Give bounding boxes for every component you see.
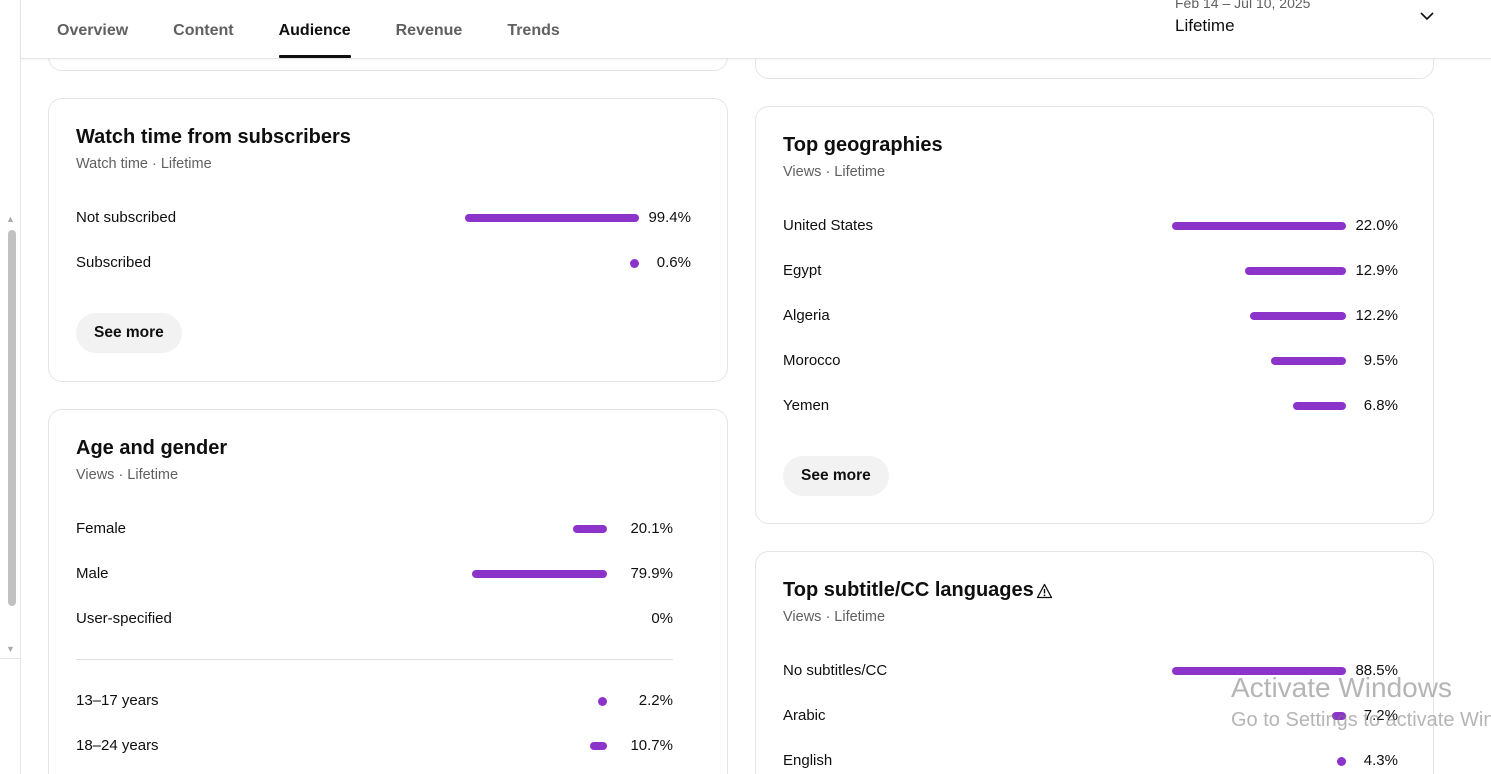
bar	[1172, 667, 1346, 675]
row-label: User-specified	[76, 610, 172, 627]
chevron-down-icon	[1420, 12, 1434, 21]
row-label: Arabic	[783, 707, 826, 724]
row-value: 9.5%	[1363, 352, 1398, 369]
list-item: United States 22.0%	[783, 217, 1398, 237]
list-item: Female 20.1%	[76, 520, 673, 540]
card-subtitle: Views · Lifetime	[783, 164, 886, 180]
list-item: No subtitles/CC 88.5%	[783, 662, 1398, 682]
tab-trends[interactable]: Trends	[507, 0, 559, 59]
card-title: Top subtitle/CC languages	[783, 579, 1034, 601]
row-label: Yemen	[783, 397, 830, 414]
card-title: Watch time from subscribers	[76, 126, 351, 148]
tab-overview[interactable]: Overview	[57, 0, 128, 59]
date-range-selector[interactable]: Feb 14 – Jul 10, 2025 Lifetime	[1175, 0, 1435, 37]
row-value: 20.1%	[630, 520, 673, 537]
row-label: 18–24 years	[76, 737, 159, 754]
card-subtitle: Watch time · Lifetime	[76, 156, 212, 172]
row-value: 99.4%	[648, 209, 691, 226]
row-label: Subscribed	[76, 254, 152, 271]
row-label: Male	[76, 565, 109, 582]
card-title: Top geographies	[783, 134, 943, 156]
list-item: Male 79.9%	[76, 565, 673, 585]
list-item: User-specified 0%	[76, 610, 673, 630]
tab-bar: Overview Content Audience Revenue Trends	[57, 0, 605, 59]
list-item: Morocco 9.5%	[783, 352, 1398, 372]
watch-time-subscribers-card: Watch time from subscribers Watch time ·…	[48, 98, 728, 382]
row-label: English	[783, 752, 833, 769]
bar	[1332, 712, 1346, 720]
see-more-button[interactable]: See more	[76, 313, 182, 353]
tab-audience[interactable]: Audience	[278, 0, 351, 59]
row-value: 12.9%	[1355, 262, 1398, 279]
row-value: 0%	[651, 610, 673, 627]
bar	[472, 570, 607, 578]
row-value: 79.9%	[630, 565, 673, 582]
card-subtitle: Views · Lifetime	[76, 467, 179, 483]
row-value: 0.6%	[656, 254, 691, 271]
bar	[465, 214, 639, 222]
analytics-page: ▲ ▼ Overview Content Audience Revenue Tr…	[0, 0, 1491, 774]
bar	[573, 525, 607, 533]
row-value: 7.2%	[1363, 707, 1398, 724]
date-range-label: Lifetime	[1175, 16, 1235, 35]
row-value: 12.2%	[1355, 307, 1398, 324]
divider	[76, 659, 673, 660]
age-gender-card: Age and gender Views · Lifetime Female 2…	[48, 409, 728, 774]
scroll-down-arrow-icon[interactable]: ▼	[6, 644, 15, 654]
top-geographies-card: Top geographies Views · Lifetime United …	[755, 106, 1434, 524]
bar	[1293, 402, 1346, 410]
bar	[1245, 267, 1346, 275]
row-label: United States	[783, 217, 874, 234]
list-item: 18–24 years 10.7%	[76, 737, 673, 757]
row-label: 13–17 years	[76, 692, 159, 709]
list-item: Egypt 12.9%	[783, 262, 1398, 282]
scroll-up-arrow-icon[interactable]: ▲	[6, 214, 15, 224]
bar-dot	[1337, 757, 1346, 766]
list-item: Yemen 6.8%	[783, 397, 1398, 417]
row-label: No subtitles/CC	[783, 662, 888, 679]
analytics-header: Overview Content Audience Revenue Trends…	[21, 0, 1491, 59]
row-label: Egypt	[783, 262, 822, 279]
row-label: Morocco	[783, 352, 841, 369]
row-label: Not subscribed	[76, 209, 177, 226]
list-item: English 4.3%	[783, 752, 1398, 772]
row-label: Algeria	[783, 307, 830, 324]
left-scrollbar[interactable]: ▲ ▼	[0, 0, 21, 774]
bar-dot	[598, 697, 607, 706]
top-subtitle-languages-card: Top subtitle/CC languages Views · Lifeti…	[755, 551, 1434, 774]
list-item: Subscribed 0.6%	[76, 254, 691, 274]
bar	[1172, 222, 1346, 230]
bar	[1271, 357, 1346, 365]
row-label: Female	[76, 520, 127, 537]
row-value: 2.2%	[638, 692, 673, 709]
bar	[1250, 312, 1346, 320]
bar-dot	[630, 259, 639, 268]
tab-content[interactable]: Content	[173, 0, 233, 59]
row-value: 10.7%	[630, 737, 673, 754]
see-more-button[interactable]: See more	[783, 456, 889, 496]
card-subtitle: Views · Lifetime	[783, 609, 886, 625]
row-value: 4.3%	[1363, 752, 1398, 769]
list-item: Not subscribed 99.4%	[76, 209, 691, 229]
row-value: 88.5%	[1355, 662, 1398, 679]
tab-revenue[interactable]: Revenue	[396, 0, 463, 59]
row-value: 22.0%	[1355, 217, 1398, 234]
scrollbar-thumb[interactable]	[8, 230, 16, 606]
list-item: 13–17 years 2.2%	[76, 692, 673, 712]
date-range-dates: Feb 14 – Jul 10, 2025	[1175, 0, 1311, 11]
row-value: 6.8%	[1363, 397, 1398, 414]
list-item: Algeria 12.2%	[783, 307, 1398, 327]
warning-icon[interactable]	[1036, 583, 1053, 599]
card-title: Age and gender	[76, 437, 228, 459]
list-item: Arabic 7.2%	[783, 707, 1398, 727]
bar	[590, 742, 607, 750]
